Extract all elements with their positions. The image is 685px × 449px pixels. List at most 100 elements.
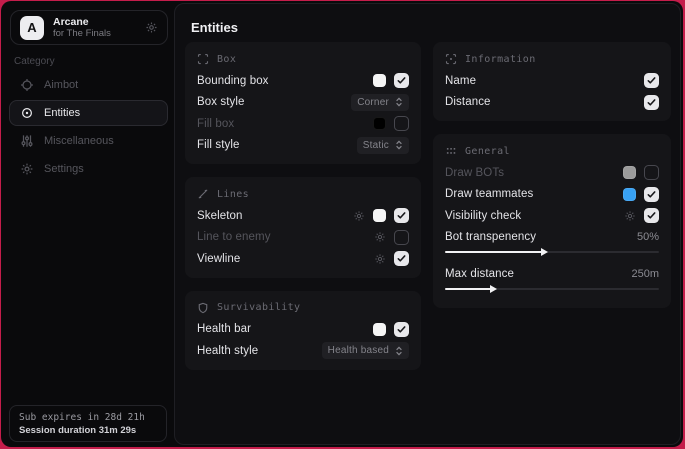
box-card: Box Bounding box Box style	[185, 42, 421, 164]
visibility-config-gear-icon[interactable]	[624, 210, 636, 222]
skeleton-checkbox[interactable]	[394, 208, 409, 223]
lines-card-header: Lines	[197, 186, 409, 202]
chevron-updown-icon	[395, 97, 403, 107]
cards-columns: Box Bounding box Box style	[185, 42, 672, 383]
subscription-box: Sub expires in 28d 21h Session duration …	[9, 405, 167, 442]
setting-row-line-to-enemy: Line to enemy	[197, 227, 409, 249]
viewline-checkbox[interactable]	[394, 251, 409, 266]
sidebar-item-label: Miscellaneous	[44, 135, 114, 147]
shield-icon	[197, 302, 209, 314]
box-corners-icon	[197, 53, 209, 65]
sidebar-item-settings[interactable]: Settings	[9, 156, 168, 182]
slider-thumb[interactable]	[541, 248, 548, 256]
general-card: General Draw BOTs Draw teammates	[433, 134, 671, 308]
setting-row-max-distance: Max distance 250m	[445, 263, 659, 285]
sidebar-nav: Aimbot Entities	[9, 72, 168, 182]
chevron-updown-icon	[395, 140, 403, 150]
viewline-config-gear-icon[interactable]	[374, 253, 386, 265]
general-card-header: General	[445, 143, 659, 159]
max-distance-value: 250m	[631, 268, 659, 280]
setting-row-health-bar: Health bar	[197, 319, 409, 341]
lines-card: Lines Skeleton	[185, 177, 421, 278]
name-checkbox[interactable]	[644, 73, 659, 88]
information-card-header: Information	[445, 51, 659, 67]
grid-icon	[445, 145, 457, 157]
color-swatch[interactable]	[373, 117, 386, 130]
setting-row-box-style: Box style Corner	[197, 92, 409, 114]
box-card-header: Box	[197, 51, 409, 67]
chevron-updown-icon	[395, 346, 403, 356]
card-title: Information	[465, 54, 536, 65]
bot-transparency-slider[interactable]	[445, 248, 659, 257]
skeleton-config-gear-icon[interactable]	[353, 210, 365, 222]
draw-bots-checkbox[interactable]	[644, 165, 659, 180]
sidebar-item-aimbot[interactable]: Aimbot	[9, 72, 168, 98]
card-title: Box	[217, 54, 236, 65]
slider-fill	[445, 288, 492, 290]
setting-row-visibility-check: Visibility check	[445, 205, 659, 227]
line-to-enemy-checkbox[interactable]	[394, 230, 409, 245]
color-swatch[interactable]	[623, 188, 636, 201]
category-label: Category	[14, 56, 55, 67]
setting-row-bot-transparency: Bot transpenency 50%	[445, 227, 659, 249]
left-column: Box Bounding box Box style	[185, 42, 421, 383]
information-card: Information Name Distance	[433, 42, 671, 121]
check-icon	[647, 98, 656, 107]
slider-thumb[interactable]	[490, 285, 497, 293]
page-title: Entities	[191, 20, 238, 35]
slider-fill	[445, 251, 543, 253]
setting-row-fill-box: Fill box	[197, 113, 409, 135]
check-icon	[647, 190, 656, 199]
visibility-check-checkbox[interactable]	[644, 208, 659, 223]
fill-box-checkbox[interactable]	[394, 116, 409, 131]
app-logo: A	[20, 16, 44, 40]
distance-checkbox[interactable]	[644, 95, 659, 110]
crosshair-icon	[20, 78, 34, 92]
draw-teammates-checkbox[interactable]	[644, 187, 659, 202]
session-duration-text: Session duration 31m 29s	[19, 425, 157, 436]
check-icon	[397, 76, 406, 85]
right-column: Information Name Distance	[433, 42, 671, 383]
color-swatch[interactable]	[373, 209, 386, 222]
setting-row-draw-bots: Draw BOTs	[445, 162, 659, 184]
entities-icon	[20, 106, 34, 120]
check-icon	[397, 325, 406, 334]
survivability-card-header: Survivability	[197, 300, 409, 316]
card-title: General	[465, 146, 510, 157]
check-icon	[397, 211, 406, 220]
sidebar-item-label: Aimbot	[44, 79, 78, 91]
max-distance-slider[interactable]	[445, 285, 659, 294]
info-scan-icon	[445, 53, 457, 65]
app-title-block: Arcane for The Finals	[53, 16, 111, 39]
header-gear-icon[interactable]	[145, 21, 158, 34]
app-name: Arcane	[53, 16, 111, 28]
color-swatch[interactable]	[373, 74, 386, 87]
bounding-box-checkbox[interactable]	[394, 73, 409, 88]
line-icon	[197, 188, 209, 200]
health-bar-checkbox[interactable]	[394, 322, 409, 337]
setting-row-distance: Distance	[445, 92, 659, 114]
sidebar-item-miscellaneous[interactable]: Miscellaneous	[9, 128, 168, 154]
survivability-card: Survivability Health bar Health style	[185, 291, 421, 370]
bot-transparency-value: 50%	[637, 231, 659, 243]
box-style-dropdown[interactable]: Corner	[351, 94, 409, 111]
setting-row-draw-teammates: Draw teammates	[445, 184, 659, 206]
setting-row-health-style: Health style Health based	[197, 340, 409, 362]
health-style-dropdown[interactable]: Health based	[322, 342, 409, 359]
setting-row-bounding-box: Bounding box	[197, 70, 409, 92]
setting-row-fill-style: Fill style Static	[197, 135, 409, 157]
app-header-card: A Arcane for The Finals	[10, 10, 168, 45]
color-swatch[interactable]	[373, 323, 386, 336]
line-to-enemy-config-gear-icon[interactable]	[374, 231, 386, 243]
color-swatch[interactable]	[623, 166, 636, 179]
setting-row-skeleton: Skeleton	[197, 205, 409, 227]
card-title: Survivability	[217, 302, 300, 313]
check-icon	[647, 211, 656, 220]
sidebar-item-label: Settings	[44, 163, 84, 175]
sliders-icon	[20, 134, 34, 148]
app-window: A Arcane for The Finals Category	[1, 1, 683, 447]
check-icon	[397, 254, 406, 263]
sidebar-item-label: Entities	[44, 107, 80, 119]
sidebar-item-entities[interactable]: Entities	[9, 100, 168, 126]
fill-style-dropdown[interactable]: Static	[357, 137, 409, 154]
